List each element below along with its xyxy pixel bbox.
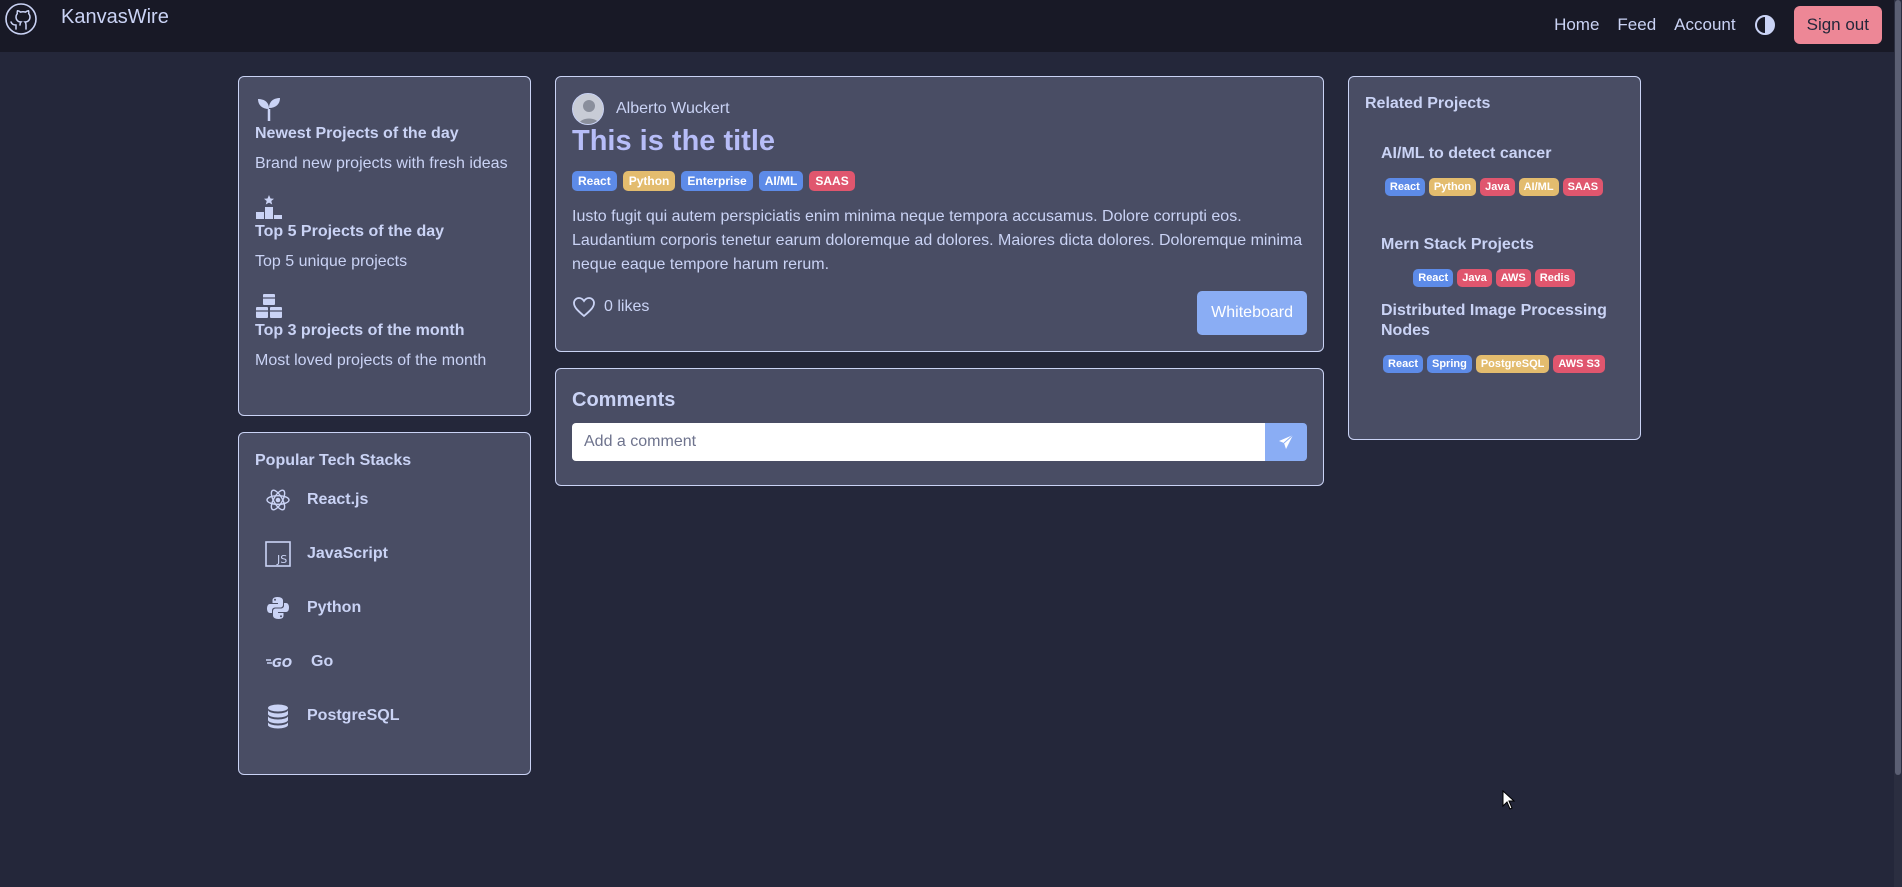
whiteboard-button[interactable]: Whiteboard [1197, 291, 1307, 335]
nav-links: Home Feed Account Sign out [1554, 6, 1882, 44]
tag-badge[interactable]: AWS S3 [1553, 355, 1605, 373]
related-project: Distributed Image Processing Nodes React… [1381, 301, 1621, 377]
stack-item-python[interactable]: Python [265, 595, 361, 621]
theme-toggle-icon[interactable] [1754, 14, 1776, 36]
stack-label: JavaScript [307, 545, 388, 562]
stack-label: PostgreSQL [307, 707, 400, 724]
post-author[interactable]: Alberto Wuckert [572, 93, 730, 125]
svg-text:GO: GO [272, 656, 292, 670]
nav-home-link[interactable]: Home [1554, 15, 1599, 35]
likes-count: 0 likes [604, 298, 650, 315]
author-name[interactable]: Alberto Wuckert [616, 100, 730, 118]
avatar-image [573, 94, 603, 124]
sprout-icon [258, 98, 280, 121]
feature-title: Top 3 projects of the month [255, 322, 465, 339]
stack-label: React.js [307, 491, 369, 508]
related-project-name[interactable]: AI/ML to detect cancer [1381, 144, 1621, 164]
tag-badge[interactable]: Spring [1426, 355, 1472, 373]
scrollbar-thumb[interactable] [1895, 0, 1901, 775]
tag-badge[interactable]: AWS [1495, 269, 1531, 287]
stack-item-react[interactable]: React.js [265, 487, 368, 513]
tag-badge[interactable]: React [1383, 355, 1423, 373]
avatar[interactable] [572, 93, 604, 125]
stack-label: Go [311, 653, 334, 670]
stack-item-javascript[interactable]: JS JavaScript [265, 541, 388, 567]
related-project-tags: React Spring PostgreSQL AWS S3 [1381, 355, 1611, 377]
svg-text:JS: JS [276, 553, 287, 566]
stack-item-postgresql[interactable]: PostgreSQL [265, 703, 399, 729]
tag-badge[interactable]: Java [1457, 269, 1492, 287]
related-projects-card: Related Projects AI/ML to detect cancer … [1348, 76, 1641, 440]
cubes-icon [256, 294, 282, 318]
related-projects-title: Related Projects [1365, 95, 1491, 112]
feature-desc: Most loved projects of the month [255, 352, 487, 369]
sign-out-button[interactable]: Sign out [1793, 6, 1882, 44]
feature-title: Top 5 Projects of the day [255, 223, 445, 240]
scrollbar[interactable] [1894, 0, 1902, 887]
tag-badge[interactable]: React [1413, 269, 1454, 287]
feature-desc: Top 5 unique projects [255, 253, 408, 270]
send-comment-button[interactable] [1265, 423, 1307, 461]
python-icon [267, 597, 289, 619]
comments-title: Comments [572, 389, 676, 411]
like-button[interactable]: 0 likes [572, 296, 649, 318]
comments-card: Comments [555, 368, 1324, 486]
tag-badge[interactable]: Python [622, 171, 676, 191]
related-project-name[interactable]: Mern Stack Projects [1381, 235, 1621, 255]
brand-name[interactable]: KanvasWire [61, 6, 169, 29]
tech-stacks-card: Popular Tech Stacks React.js JS JavaScri… [238, 432, 531, 775]
related-project-tags: React Python Java AI/ML SAAS [1381, 178, 1611, 200]
nav-feed-link[interactable]: Feed [1617, 15, 1656, 35]
stack-label: Python [307, 599, 362, 616]
feature-top3[interactable]: Top 3 projects of the month Most loved p… [255, 292, 486, 370]
go-icon: GO [266, 656, 292, 670]
feature-newest[interactable]: Newest Projects of the day Brand new pro… [255, 95, 508, 173]
tag-badge[interactable]: Enterprise [681, 171, 753, 191]
tag-badge[interactable]: Python [1428, 178, 1477, 196]
comment-input[interactable] [572, 423, 1265, 461]
tag-badge[interactable]: SAAS [1562, 178, 1604, 196]
tag-badge[interactable]: AI/ML [758, 171, 804, 191]
comment-form [572, 423, 1307, 461]
heart-icon [573, 297, 595, 318]
post-body: Iusto fugit qui autem perspiciatis enim … [572, 208, 1303, 273]
post-tags: React Python Enterprise AI/ML SAAS [572, 171, 861, 191]
navbar: KanvasWire Home Feed Account Sign out [0, 0, 1902, 52]
tag-badge[interactable]: Redis [1534, 269, 1575, 287]
stack-item-go[interactable]: GO Go [265, 649, 333, 675]
tech-stacks-title: Popular Tech Stacks [255, 452, 412, 469]
database-icon [268, 704, 288, 729]
nav-account-link[interactable]: Account [1674, 15, 1735, 35]
github-logo-icon[interactable] [4, 2, 38, 36]
feature-top5[interactable]: Top 5 Projects of the day Top 5 unique p… [255, 193, 444, 271]
tag-badge[interactable]: SAAS [809, 171, 855, 191]
post-title: This is the title [572, 125, 776, 157]
tag-badge[interactable]: PostgreSQL [1475, 355, 1550, 373]
react-icon [266, 489, 290, 511]
tag-badge[interactable]: Java [1480, 178, 1515, 196]
tag-badge[interactable]: AI/ML [1518, 178, 1559, 196]
post-card: Alberto Wuckert This is the title React P… [555, 76, 1324, 352]
javascript-icon: JS [265, 541, 291, 567]
related-project-tags: React Java AWS Redis [1381, 269, 1611, 291]
tag-badge[interactable]: React [1384, 178, 1425, 196]
mouse-cursor-icon [1502, 790, 1516, 810]
feature-desc: Brand new projects with fresh ideas [255, 155, 508, 172]
send-icon [1279, 434, 1294, 449]
tag-badge[interactable]: React [572, 171, 617, 191]
features-card: Newest Projects of the day Brand new pro… [238, 76, 531, 416]
related-project-name[interactable]: Distributed Image Processing Nodes [1381, 301, 1621, 341]
feature-title: Newest Projects of the day [255, 125, 459, 142]
related-project: Mern Stack Projects React Java AWS Redis [1381, 235, 1621, 291]
podium-icon [256, 195, 282, 219]
related-project: AI/ML to detect cancer React Python Java AI… [1381, 144, 1621, 200]
